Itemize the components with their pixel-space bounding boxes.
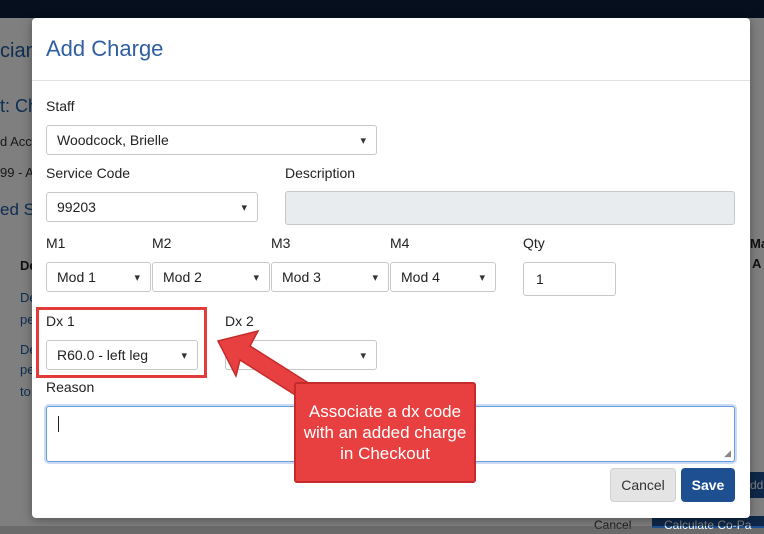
callout-box: Associate a dx code with an added charge… [294, 382, 476, 483]
callout-text: Associate a dx code with an added charge… [303, 402, 467, 463]
